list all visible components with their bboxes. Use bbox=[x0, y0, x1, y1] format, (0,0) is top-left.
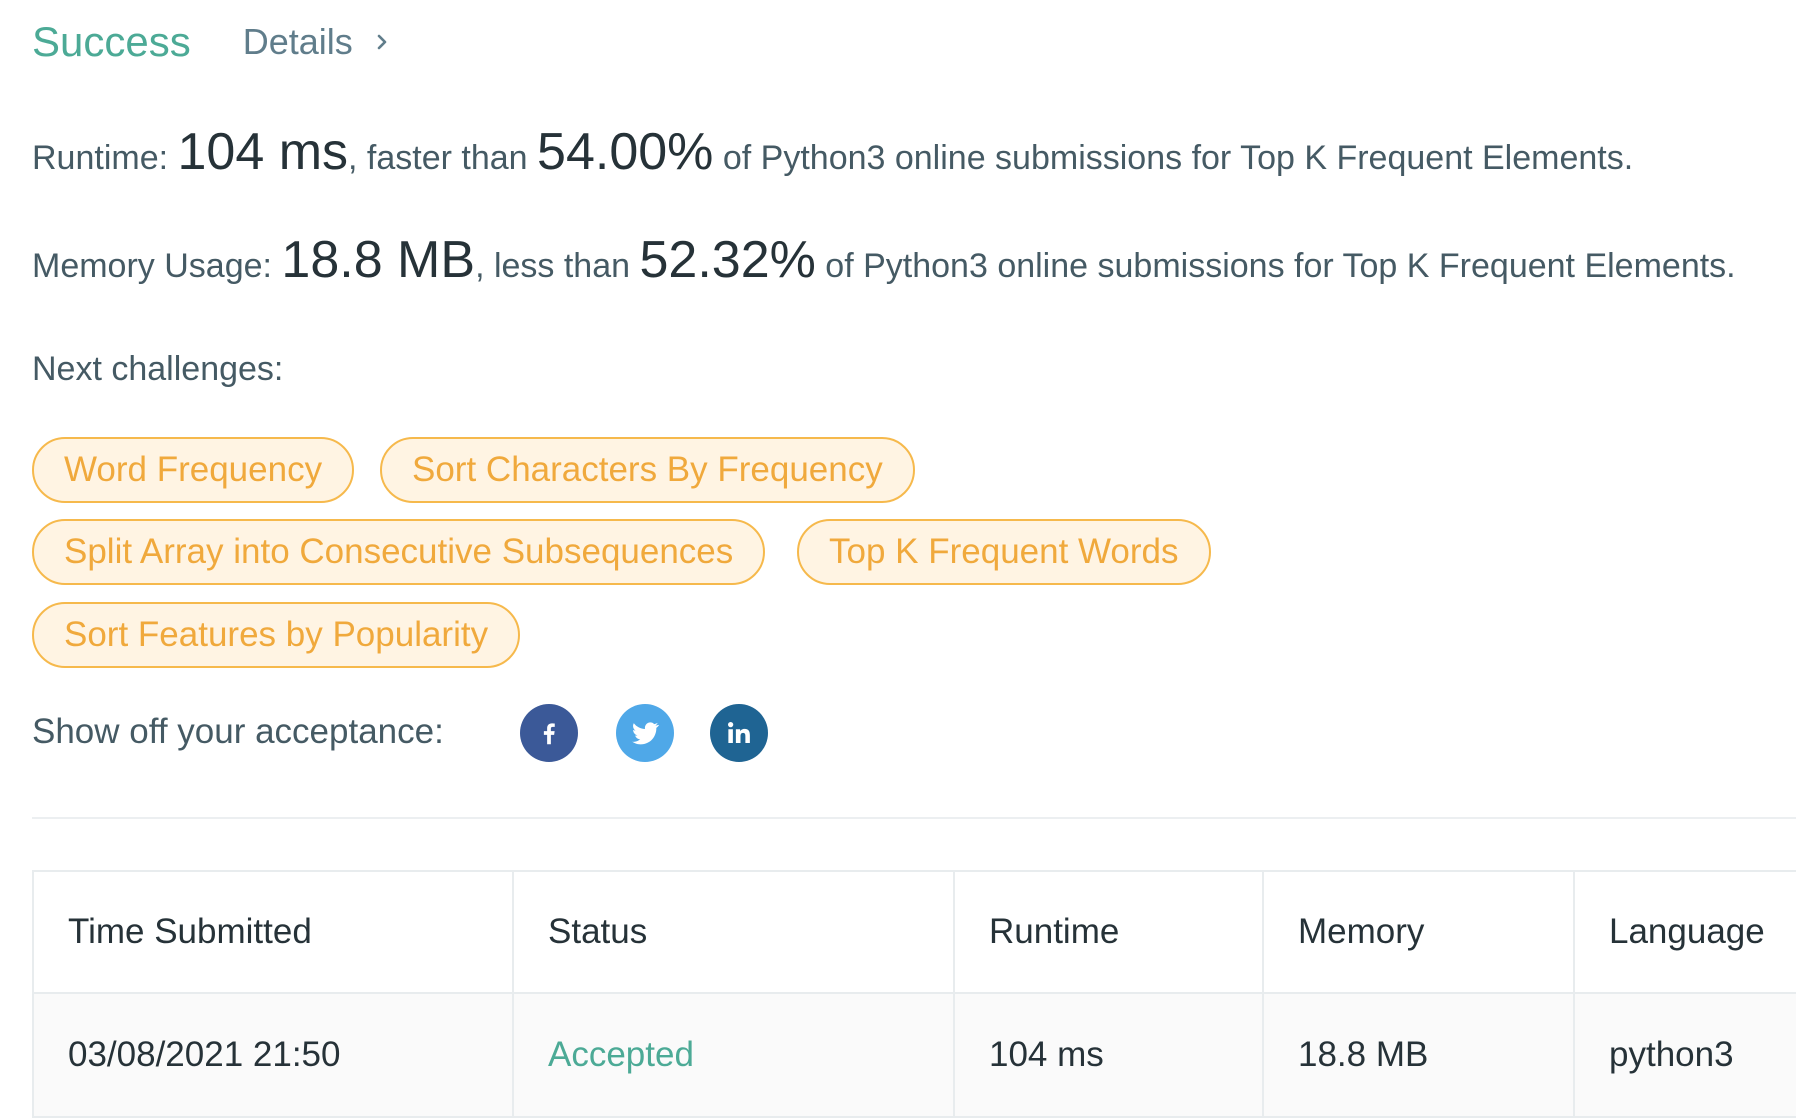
status-title: Success bbox=[32, 18, 191, 65]
challenge-tag-split-array[interactable]: Split Array into Consecutive Subsequence… bbox=[32, 519, 766, 585]
twitter-share-button[interactable] bbox=[616, 704, 674, 762]
cell-language: python3 bbox=[1573, 992, 1796, 1118]
submissions-table: Time Submitted Status Runtime Memory Lan… bbox=[32, 870, 1796, 1118]
column-header-time-submitted: Time Submitted bbox=[32, 870, 514, 994]
details-label: Details bbox=[242, 21, 353, 62]
memory-percent: 52.32% bbox=[639, 231, 816, 289]
cell-runtime: 104 ms bbox=[953, 992, 1264, 1118]
details-link[interactable]: Details bbox=[243, 21, 391, 63]
runtime-comparison: , faster than bbox=[348, 139, 538, 177]
linkedin-share-button[interactable] bbox=[710, 704, 768, 762]
cell-status-link[interactable]: Accepted bbox=[512, 992, 955, 1118]
share-label: Show off your acceptance: bbox=[32, 712, 444, 751]
chevron-right-icon bbox=[377, 34, 387, 50]
memory-suffix: of Python3 online submissions for Top K … bbox=[815, 247, 1736, 285]
memory-summary: Memory Usage: 18.8 MB, less than 52.32% … bbox=[32, 230, 1736, 290]
next-challenges-label: Next challenges: bbox=[32, 350, 284, 388]
memory-label: Memory Usage: bbox=[32, 247, 282, 285]
runtime-percent: 54.00% bbox=[537, 123, 714, 181]
facebook-share-button[interactable] bbox=[520, 704, 578, 762]
challenge-tag-sort-features[interactable]: Sort Features by Popularity bbox=[32, 602, 521, 668]
cell-memory: 18.8 MB bbox=[1262, 992, 1575, 1118]
section-divider bbox=[32, 817, 1796, 819]
runtime-label: Runtime: bbox=[32, 139, 178, 177]
column-header-status: Status bbox=[512, 870, 955, 994]
challenge-tag-sort-characters[interactable]: Sort Characters By Frequency bbox=[380, 437, 915, 503]
cell-time-submitted: 03/08/2021 21:50 bbox=[32, 992, 514, 1118]
memory-comparison: , less than bbox=[475, 247, 640, 285]
runtime-value: 104 ms bbox=[177, 123, 349, 181]
runtime-summary: Runtime: 104 ms, faster than 54.00% of P… bbox=[32, 122, 1633, 182]
column-header-runtime: Runtime bbox=[953, 870, 1264, 994]
column-header-memory: Memory bbox=[1262, 870, 1575, 994]
table-row: 03/08/2021 21:50 Accepted 104 ms 18.8 MB… bbox=[32, 992, 1796, 1118]
challenge-tag-top-k-frequent-words[interactable]: Top K Frequent Words bbox=[797, 519, 1211, 585]
twitter-icon bbox=[632, 722, 659, 745]
result-header: Success Details bbox=[32, 18, 391, 66]
linkedin-icon bbox=[728, 722, 750, 743]
challenge-tag-word-frequency[interactable]: Word Frequency bbox=[32, 437, 355, 503]
facebook-icon bbox=[543, 723, 555, 745]
table-header-row: Time Submitted Status Runtime Memory Lan… bbox=[32, 870, 1796, 994]
memory-value: 18.8 MB bbox=[281, 231, 476, 289]
runtime-suffix: of Python3 online submissions for Top K … bbox=[713, 139, 1634, 177]
column-header-language: Language bbox=[1573, 870, 1796, 994]
